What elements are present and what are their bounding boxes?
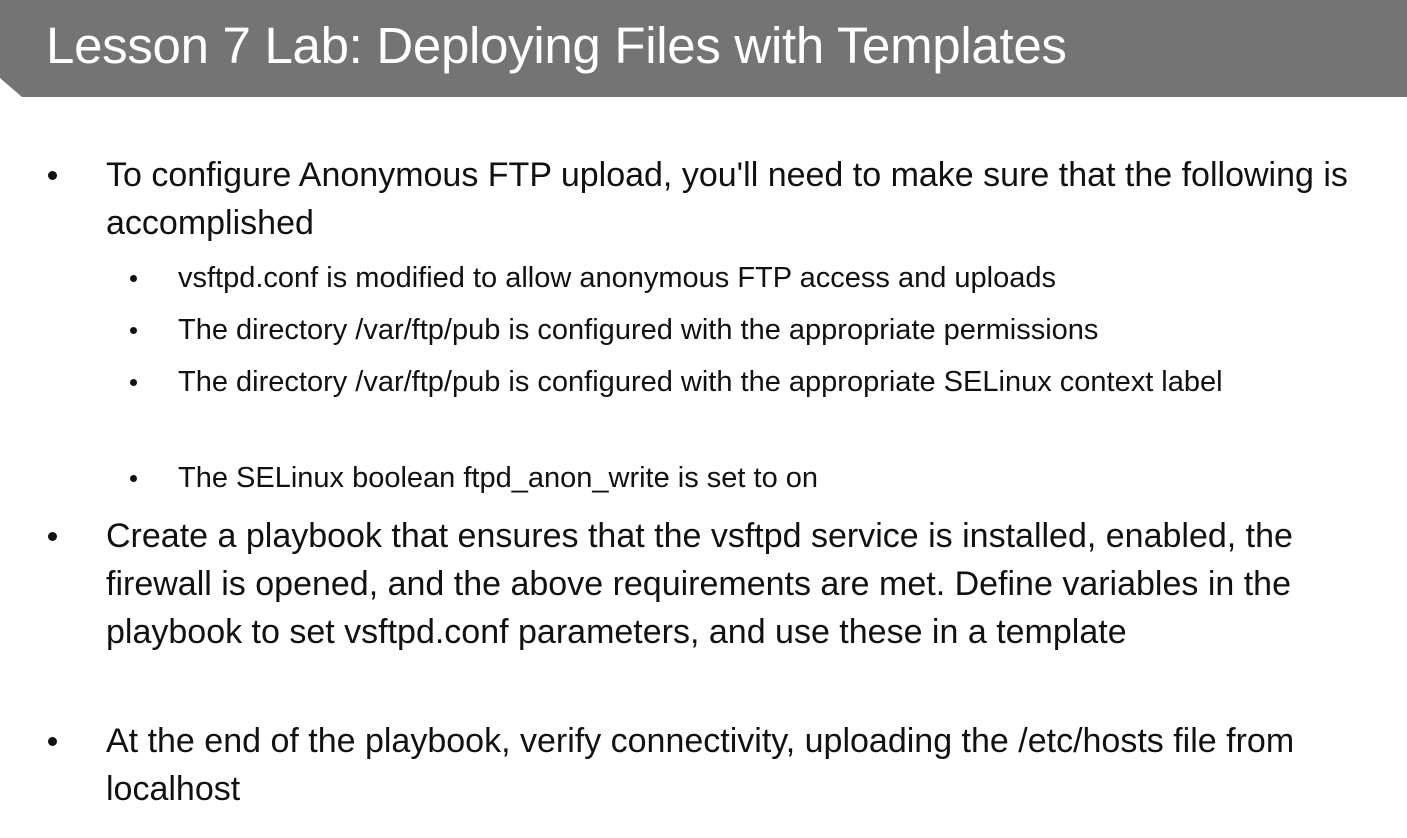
- sub-bullet-text: The directory /var/ftp/pub is configured…: [178, 314, 1099, 346]
- sub-bullet-item-3: The directory /var/ftp/pub is configured…: [130, 361, 1328, 404]
- bullet-dot-icon: [130, 475, 137, 482]
- sub-bullet-item-4: The SELinux boolean ftpd_anon_write is s…: [130, 457, 1378, 500]
- sub-bullet-text: The SELinux boolean ftpd_anon_write is s…: [178, 462, 819, 494]
- bullet-item-1: To configure Anonymous FTP upload, you'l…: [48, 151, 1376, 247]
- sub-bullet-item-2: The directory /var/ftp/pub is configured…: [130, 309, 1378, 352]
- bullet-dot-icon: [48, 532, 57, 541]
- bullet-text: At the end of the playbook, verify conne…: [106, 722, 1295, 808]
- bullet-dot-icon: [48, 171, 57, 180]
- bullet-item-3: At the end of the playbook, verify conne…: [48, 717, 1336, 813]
- bullet-dot-icon: [48, 737, 57, 746]
- slide-title: Lesson 7 Lab: Deploying Files with Templ…: [46, 17, 1067, 74]
- title-bar: Lesson 7 Lab: Deploying Files with Templ…: [0, 0, 1407, 97]
- bullet-dot-icon: [130, 327, 137, 334]
- bullet-dot-icon: [130, 275, 137, 282]
- sub-bullet-item-1: vsftpd.conf is modified to allow anonymo…: [130, 257, 1378, 300]
- bullet-text: To configure Anonymous FTP upload, you'l…: [106, 156, 1348, 242]
- bullet-text: Create a playbook that ensures that the …: [106, 517, 1293, 651]
- bullet-dot-icon: [130, 379, 137, 386]
- sub-bullet-text: The directory /var/ftp/pub is configured…: [178, 366, 1223, 398]
- sub-bullet-text: vsftpd.conf is modified to allow anonymo…: [178, 262, 1056, 294]
- bullet-item-2: Create a playbook that ensures that the …: [48, 512, 1366, 656]
